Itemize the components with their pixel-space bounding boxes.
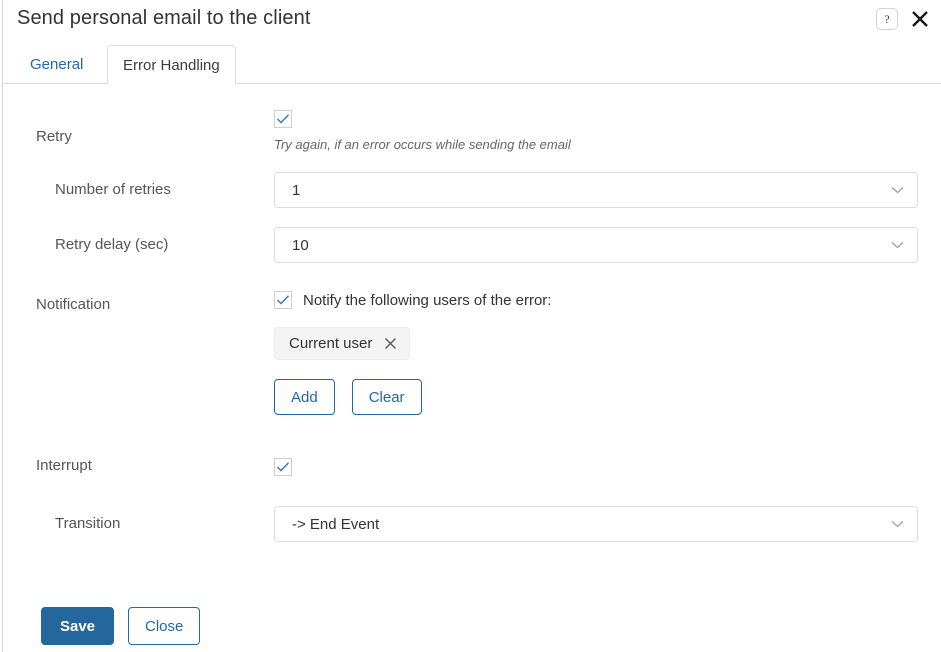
retry-delay-value: 10 [292,236,309,254]
interrupt-field [274,458,292,476]
retry-field: Try again, if an error occurs while send… [274,110,571,152]
number-of-retries-label: Number of retries [55,181,171,198]
remove-recipient-icon[interactable] [383,337,397,351]
chevron-down-icon [891,520,904,528]
question-mark-icon: ? [881,12,893,26]
retry-hint: Try again, if an error occurs while send… [274,137,571,153]
recipients-actions: Add Clear [274,379,551,415]
page-title: Send personal email to the client [17,7,311,29]
number-of-retries-select[interactable]: 1 [274,172,918,208]
notification-field: Notify the following users of the error:… [274,291,551,415]
tab-bar: General Error Handling [0,45,941,85]
interrupt-checkbox[interactable] [274,458,292,476]
notification-label: Notification [36,296,111,313]
retry-checkbox[interactable] [274,110,292,128]
tab-error-handling[interactable]: Error Handling [107,45,236,85]
close-dialog-button[interactable] [907,6,933,32]
retry-delay-field: 10 [274,227,918,263]
number-of-retries-field: 1 [274,172,918,208]
interrupt-label: Interrupt [36,457,92,474]
chevron-down-icon [891,241,904,249]
retry-label: Retry [36,128,72,145]
header-actions: ? [876,6,933,32]
retry-delay-label: Retry delay (sec) [55,236,169,253]
transition-value: -> End Event [292,515,380,533]
dialog-footer: Save Close [41,607,201,645]
tab-general[interactable]: General [17,45,96,84]
panel-left-edge [2,0,3,652]
recipient-chip-label: Current user [289,335,373,352]
notify-users-checkbox-line: Notify the following users of the error: [274,291,551,309]
add-recipient-button[interactable]: Add [274,379,335,415]
recipient-chip[interactable]: Current user [274,327,411,360]
transition-field: -> End Event [274,506,918,542]
transition-label: Transition [55,515,121,532]
close-x-icon [910,9,930,29]
retry-delay-select[interactable]: 10 [274,227,918,263]
close-button[interactable]: Close [128,607,201,645]
svg-text:?: ? [884,12,889,26]
dialog-header: Send personal email to the client ? [0,0,941,42]
save-button[interactable]: Save [41,607,114,645]
notify-users-label: Notify the following users of the error: [303,291,552,309]
help-button[interactable]: ? [876,8,898,30]
chevron-down-icon [891,186,904,194]
transition-select[interactable]: -> End Event [274,506,918,542]
number-of-retries-value: 1 [292,181,301,199]
notify-users-checkbox[interactable] [274,291,292,309]
clear-recipients-button[interactable]: Clear [351,379,422,415]
recipients-list: Current user [274,327,551,360]
